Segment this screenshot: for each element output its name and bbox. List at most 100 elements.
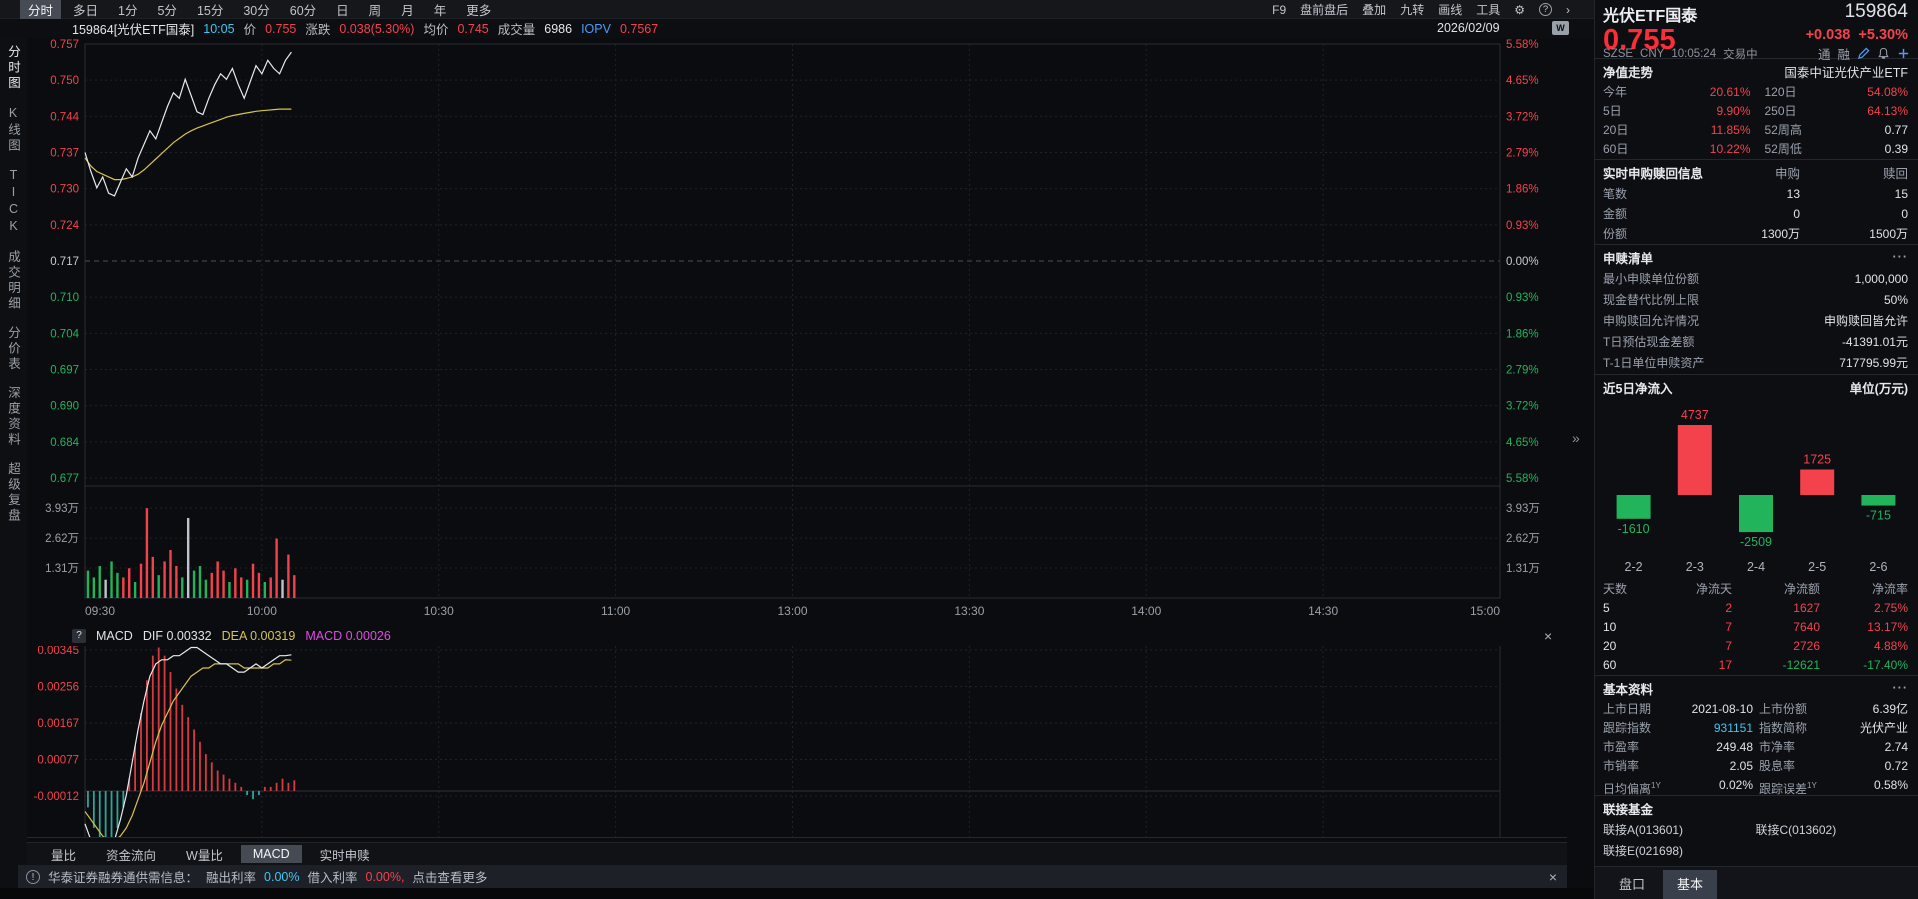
borrow-rate-value: 0.00%, — [365, 869, 405, 884]
panel-collapse-handle[interactable]: » — [1572, 430, 1580, 446]
macd-axis-label: -0.00012 — [34, 791, 79, 803]
linked-fund-item[interactable]: 联接E(021698) — [1603, 841, 1756, 862]
pct-axis-label: 3.72% — [1506, 401, 1539, 413]
indicator-tab-W量比[interactable]: W量比 — [174, 843, 235, 866]
currency-label: CNY — [1640, 47, 1665, 60]
period-tab-分时[interactable]: 分时 — [20, 0, 62, 20]
price-change: +0.038 +5.30% — [1805, 27, 1908, 43]
pct-axis-label: 0.93% — [1506, 292, 1539, 304]
volume-bar — [240, 577, 243, 598]
volume-bar — [281, 579, 284, 598]
net-inflow-value: 4737 — [1681, 408, 1709, 422]
help-icon[interactable]: ? — [1539, 3, 1552, 16]
sidebar-item-TICK[interactable]: TICK — [7, 168, 21, 236]
basic-more-dots-icon[interactable]: ··· — [1893, 681, 1909, 695]
alert-bell-icon[interactable] — [1877, 47, 1890, 60]
indicator-tab-MACD[interactable]: MACD — [240, 845, 302, 863]
volume-bar — [198, 566, 202, 598]
panel-tab-盘口[interactable]: 盘口 — [1605, 870, 1659, 899]
tool-F9[interactable]: F9 — [1272, 3, 1286, 17]
period-tab-5分[interactable]: 5分 — [149, 0, 184, 20]
indicator-tab-量比[interactable]: 量比 — [39, 843, 88, 866]
edit-pencil-icon[interactable] — [1857, 47, 1870, 60]
volume-bar — [86, 570, 90, 598]
period-tab-30分[interactable]: 30分 — [235, 0, 277, 20]
volume-bar — [269, 577, 272, 598]
price-axis-label: 0.757 — [50, 39, 79, 51]
flow-table-header: 天数 净流天 净流额 净流率 — [1603, 582, 1908, 596]
volume-axis-label: 2.62万 — [45, 533, 79, 545]
sidebar-item-深度资料[interactable]: 深度资料 — [4, 386, 23, 448]
creation-list-row: 现金替代比例上限 50% — [1603, 293, 1908, 307]
macd-chart[interactable]: 0.00345 0.00256 0.00167 0.00077 -0.00012 — [27, 646, 1567, 838]
volume-bar — [210, 572, 213, 598]
pct-axis-label: 2.79% — [1506, 148, 1539, 160]
macd-title[interactable]: MACD — [96, 629, 133, 643]
pct-axis-label: 5.58% — [1506, 39, 1539, 51]
macd-help-icon[interactable]: ? — [72, 629, 86, 643]
net-inflow-bar-chart[interactable]: -1610 2-2 4737 2-3 -2509 2-4 1725 2-5 -715 2-6 — [1603, 399, 1909, 577]
net-inflow-value: -2509 — [1740, 535, 1772, 549]
macd-close-icon[interactable]: × — [1544, 628, 1552, 644]
status-more-link[interactable]: 点击查看更多 — [412, 867, 487, 886]
net-inflow-date: 2-5 — [1808, 560, 1826, 574]
time-axis-label: 10:00 — [247, 604, 277, 618]
volume-bar — [151, 556, 155, 598]
period-tab-更多[interactable]: 更多 — [458, 0, 499, 20]
redeem-col-header: 赎回 — [1882, 166, 1908, 181]
macd-readout: MACD 0.00026 — [305, 629, 391, 643]
margin-status-bar[interactable]: ! 华泰证券融券通供需信息： 融出利率 0.00% 借入利率 0.00%, 点击… — [18, 865, 1567, 888]
indicator-tab-资金流向[interactable]: 资金流向 — [94, 843, 168, 866]
settings-gear-icon[interactable]: ⚙ — [1514, 3, 1525, 17]
price-label: 价 — [243, 23, 257, 37]
tool-九转[interactable]: 九转 — [1400, 1, 1424, 18]
indicator-tabs: 量比 资金流向 W量比 MACD 实时申赎 — [27, 842, 1567, 865]
fund-code: 159864 — [1844, 1, 1908, 22]
creation-list-title: 申赎清单 — [1603, 251, 1654, 266]
panel-bottom-tabs: 盘口 基本 — [1595, 866, 1918, 899]
sidebar-item-分价表[interactable]: 分价表 — [4, 326, 23, 373]
nav-section-title: 净值走势 — [1603, 65, 1654, 80]
status-close-icon[interactable]: × — [1549, 869, 1557, 885]
avg-line — [84, 108, 292, 181]
basic-info-title: 基本资料 — [1603, 682, 1654, 697]
indicator-tab-实时申赎[interactable]: 实时申赎 — [308, 843, 382, 866]
trading-status: 交易中 — [1723, 48, 1758, 61]
expand-arrow-icon[interactable]: › — [1566, 3, 1570, 17]
toolbar-right-tools: F9 盘前盘后 叠加 九转 画线 工具 ⚙? › — [1272, 0, 1570, 19]
sidebar-item-成交明细[interactable]: 成交明细 — [4, 250, 23, 312]
pct-axis-label: 5.58% — [1506, 473, 1539, 485]
volume-bar — [128, 568, 131, 598]
period-tab-周[interactable]: 周 — [361, 0, 390, 20]
period-tab-15分[interactable]: 15分 — [189, 0, 231, 20]
mini-window-icon[interactable]: W — [1552, 21, 1569, 35]
period-tab-日[interactable]: 日 — [328, 0, 357, 20]
more-dots-icon[interactable]: ··· — [1893, 250, 1909, 264]
realtime-row: 笔数 13 15 — [1603, 187, 1908, 201]
sidebar-item-超级复盘[interactable]: 超级复盘 — [4, 462, 23, 524]
period-tab-1分[interactable]: 1分 — [110, 0, 145, 20]
sidebar-item-K线图[interactable]: K线图 — [4, 106, 23, 154]
tool-盘前盘后[interactable]: 盘前盘后 — [1300, 1, 1348, 18]
add-plus-icon[interactable] — [1897, 47, 1910, 60]
period-tab-年[interactable]: 年 — [426, 0, 455, 20]
linked-fund-item[interactable]: 联接C(013602) — [1756, 820, 1909, 841]
volume-bar — [157, 575, 160, 598]
sidebar-item-分时图[interactable]: 分时图 — [4, 45, 23, 92]
linked-funds-title: 联接基金 — [1603, 802, 1654, 817]
period-tab-多日[interactable]: 多日 — [65, 0, 106, 20]
tool-叠加[interactable]: 叠加 — [1362, 1, 1386, 18]
view-sidebar: 分时图 K线图 TICK 成交明细分价表深度资料超级复盘 — [0, 38, 27, 888]
tool-工具[interactable]: 工具 — [1476, 1, 1500, 18]
intraday-chart[interactable]: 0.757 0.750 0.744 0.737 0.730 0.724 0.717 0.710… — [27, 38, 1567, 623]
price-axis-label: 0.744 — [50, 111, 79, 123]
period-tab-月[interactable]: 月 — [393, 0, 422, 20]
volume-bar — [122, 577, 125, 598]
period-tab-60分[interactable]: 60分 — [282, 0, 324, 20]
linked-fund-item[interactable]: 联接A(013601) — [1603, 820, 1756, 841]
time-axis-label: 11:00 — [601, 604, 630, 618]
tool-画线[interactable]: 画线 — [1438, 1, 1462, 18]
panel-tab-基本[interactable]: 基本 — [1663, 870, 1718, 899]
net-inflow-date: 2-4 — [1747, 560, 1765, 574]
time-axis-label: 14:00 — [1131, 604, 1161, 618]
